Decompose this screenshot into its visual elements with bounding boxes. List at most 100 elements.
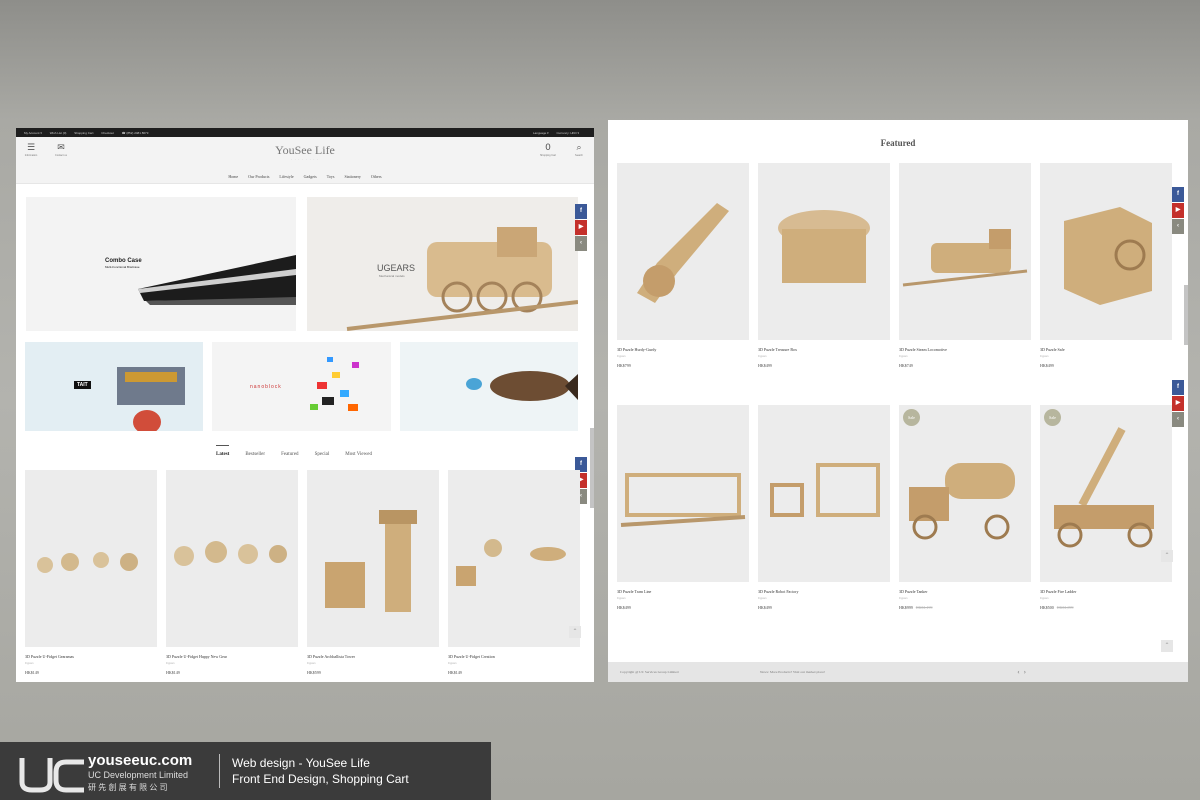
collapse-icon[interactable]: ‹ [575, 236, 587, 251]
scrollbar[interactable] [590, 428, 594, 508]
product-name[interactable]: 3D Puzzle Hurdy-Gurdy [617, 347, 749, 352]
product-card[interactable]: Sale 3D Puzzle Fire Ladder Ugears HK$500… [1040, 405, 1172, 610]
product-price: HK$499 [758, 363, 890, 368]
collapse-icon[interactable]: ‹ [1172, 219, 1184, 234]
checkout-link[interactable]: Checkout [101, 131, 114, 135]
fish-image [466, 371, 578, 401]
tab-featured[interactable]: Featured [281, 452, 299, 457]
site-footer: Copyright @ UC Services Group Limited Ne… [608, 662, 1188, 682]
back-to-top-button[interactable]: ⌃ [569, 626, 581, 638]
product-image [166, 470, 298, 647]
product-photo [1054, 427, 1154, 548]
product-name[interactable]: 3D Puzzle U-Fidget Gearamas [25, 654, 157, 659]
nav-others[interactable]: Others [371, 174, 382, 179]
youtube-icon[interactable]: ▶ [575, 220, 587, 235]
product-card[interactable]: 3D Puzzle Hurdy-Gurdy Ugears HK$799 [617, 163, 749, 368]
product-card[interactable]: 3D Puzzle Robot Factory Ugears HK$499 [758, 405, 890, 610]
calendar-image [117, 367, 185, 431]
tab-latest[interactable]: Latest [216, 445, 230, 457]
featured-heading: Featured [880, 138, 916, 148]
product-name[interactable]: 3D Puzzle Archballista Tower [307, 654, 439, 659]
product-card[interactable]: 3D Puzzle U-Fidget Gearamas Ugears HK$14… [25, 470, 157, 675]
logo-subtitle: · · · · · · · · [290, 158, 320, 162]
product-price: HK$149 [25, 670, 39, 675]
banner-ugears[interactable]: UGEARS Mechanical models [307, 197, 578, 331]
nav-gadgets[interactable]: Gadgets [304, 174, 317, 179]
facebook-icon[interactable]: f [1172, 380, 1184, 395]
facebook-icon[interactable]: f [1172, 187, 1184, 202]
agency-site[interactable]: youseeuc.com [88, 752, 192, 769]
product-card[interactable]: 3D Puzzle U-Fidget Creation Ugears HK$14… [448, 470, 580, 675]
product-name[interactable]: 3D Puzzle Robot Factory [758, 589, 890, 594]
shopping-cart-link[interactable]: Shopping Cart [74, 131, 93, 135]
product-name[interactable]: 3D Puzzle U-Fidget Creation [448, 654, 580, 659]
nav-home[interactable]: Home [228, 174, 238, 179]
product-name[interactable]: 3D Puzzle Treasure Box [758, 347, 890, 352]
sale-badge: Sale [1044, 409, 1061, 426]
wishlist-link[interactable]: Wish List (0) [50, 131, 67, 135]
product-photo [1064, 207, 1152, 305]
product-card[interactable]: 3D Puzzle Tram Line Ugears HK$499 [617, 405, 749, 610]
language-dropdown[interactable]: Language ▾ [533, 131, 549, 135]
product-card[interactable]: Sale 3D Puzzle Tanker Ugears HK$999 HK$1,… [899, 405, 1031, 610]
product-card[interactable]: 3D Puzzle Archballista Tower Ugears HK$5… [307, 470, 439, 675]
ticker-prev-icon[interactable]: ‹ [1017, 669, 1019, 676]
product-image [25, 470, 157, 647]
nav-stationery[interactable]: Stationery [344, 174, 360, 179]
product-name[interactable]: 3D Puzzle Tanker [899, 589, 1031, 594]
cart-count: 0 [545, 143, 551, 153]
my-account-link[interactable]: My Account ▾ [24, 131, 42, 135]
product-image [617, 163, 749, 340]
product-image: Sale [899, 405, 1031, 582]
product-name[interactable]: 3D Puzzle Tram Line [617, 589, 749, 594]
currency-dropdown[interactable]: Currency: HKD ▾ [556, 131, 579, 135]
product-image [758, 163, 890, 340]
product-photo [902, 229, 1028, 287]
product-card[interactable]: 3D Puzzle Steam Locomotive Ugears HK$749 [899, 163, 1031, 368]
youtube-icon[interactable]: ▶ [1172, 396, 1184, 411]
product-photo [37, 552, 138, 573]
product-image [758, 405, 890, 582]
site-logo[interactable]: YouSee Life · · · · · · · · [16, 143, 594, 162]
product-name[interactable]: 3D Puzzle U-Fidget Happy New Gear [166, 654, 298, 659]
product-brand: Ugears [1040, 596, 1049, 600]
news-ticker[interactable]: News: More Products? Visit our market pl… [760, 670, 1017, 674]
product-name[interactable]: 3D Puzzle Steam Locomotive [899, 347, 1031, 352]
product-brand: Ugears [1040, 354, 1049, 358]
youtube-icon[interactable]: ▶ [1172, 203, 1184, 218]
product-card[interactable]: 3D Puzzle Treasure Box Ugears HK$499 [758, 163, 890, 368]
product-card[interactable]: 3D Puzzle Safe Ugears HK$499 [1040, 163, 1172, 368]
agency-stamp: youseeuc.com UC Development Limited 研 先 … [0, 742, 491, 800]
tab-most-viewed[interactable]: Most Viewed [345, 452, 372, 457]
nav-toys[interactable]: Toys [327, 174, 335, 179]
product-brand: Ugears [617, 354, 626, 358]
product-image [617, 405, 749, 582]
tab-special[interactable]: Special [315, 452, 330, 457]
collapse-icon[interactable]: ‹ [1172, 412, 1184, 427]
product-price: HK$749 [899, 363, 1031, 368]
tab-bestseller[interactable]: Bestseller [245, 452, 265, 457]
product-brand: Ugears [899, 596, 908, 600]
back-to-top-button[interactable]: ⌃ [1161, 550, 1173, 562]
sale-badge: Sale [903, 409, 920, 426]
scrollbar[interactable] [1184, 285, 1188, 345]
product-brand: Ugears [307, 661, 316, 665]
facebook-icon[interactable]: f [575, 204, 587, 219]
top-bar: My Account ▾ Wish List (0) Shopping Cart… [16, 128, 594, 137]
back-to-top-button[interactable]: ⌃ [1161, 640, 1173, 652]
search-button[interactable]: ⌕ Search [567, 143, 591, 157]
featured-screenshot: Featured 3D Puzzle Hurdy-Gurdy Ugears HK… [608, 120, 1188, 682]
price-current: HK$499 [1040, 363, 1054, 368]
banner-combo-case[interactable]: Combo Case Multi-Functional Briefcase [26, 197, 296, 331]
site-header: ☰ Information ✉ Contact us YouSee Life ·… [16, 137, 594, 184]
banner-nanoblock[interactable]: nanoblock [212, 342, 391, 431]
product-card[interactable]: 3D Puzzle U-Fidget Happy New Gear Ugears… [166, 470, 298, 675]
nav-our-products[interactable]: Our Products [248, 174, 269, 179]
nav-lifestyle[interactable]: Lifestyle [279, 174, 293, 179]
cart-button[interactable]: 0 Shopping Cart [536, 143, 560, 157]
banner-tait[interactable]: TAIT [25, 342, 203, 431]
product-name[interactable]: 3D Puzzle Fire Ladder [1040, 589, 1172, 594]
banner-fish[interactable] [400, 342, 578, 431]
ticker-next-icon[interactable]: › [1024, 669, 1026, 676]
product-name[interactable]: 3D Puzzle Safe [1040, 347, 1172, 352]
